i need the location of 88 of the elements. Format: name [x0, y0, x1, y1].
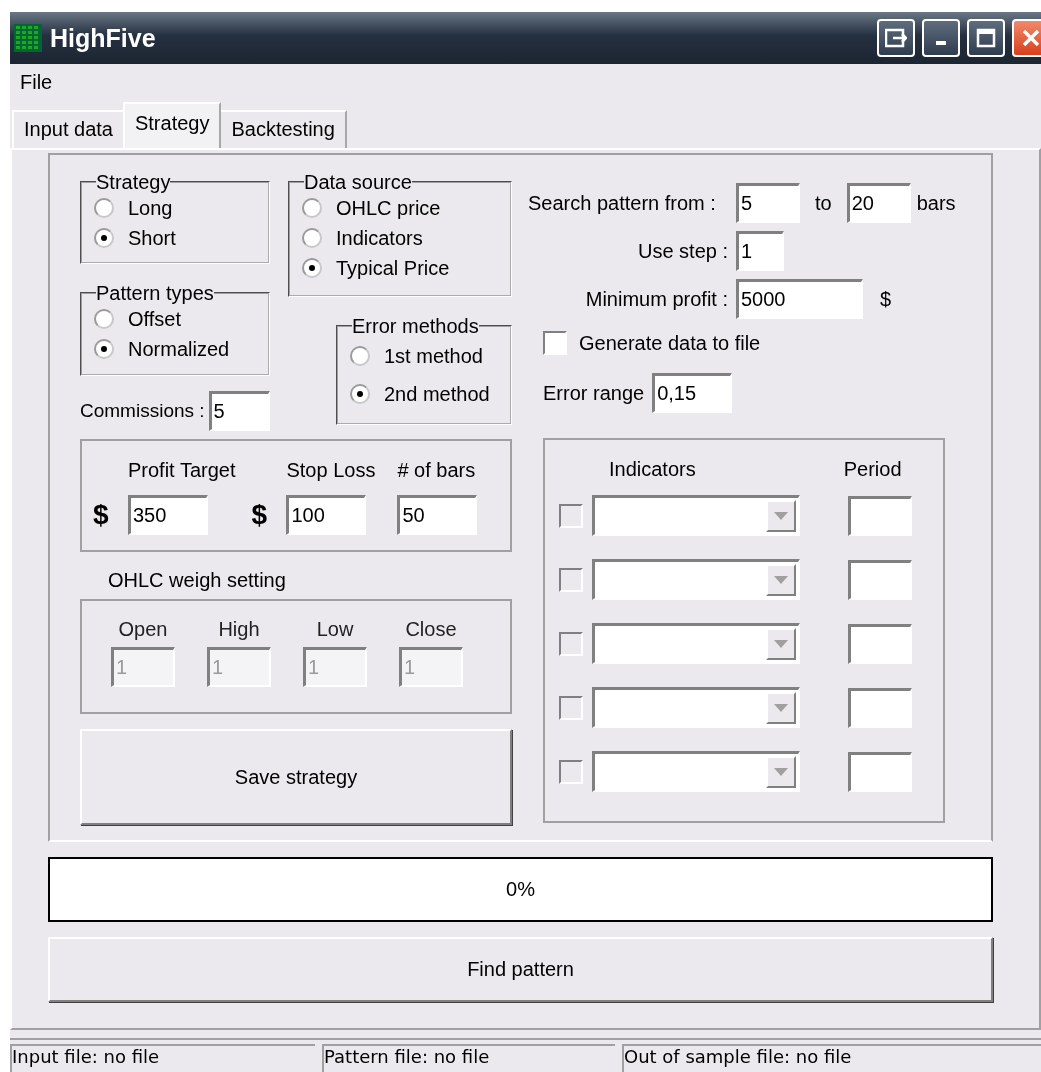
- field-label: # of bars: [397, 458, 476, 483]
- currency-sign: $: [251, 499, 269, 531]
- radio-label[interactable]: Short: [128, 226, 176, 250]
- amount-field[interactable]: 50: [397, 495, 478, 535]
- currency-sign: $: [880, 287, 892, 311]
- save-strategy-button[interactable]: Save strategy: [80, 729, 512, 825]
- caret-icon: [774, 640, 788, 648]
- period-field[interactable]: [848, 687, 912, 728]
- radio-label[interactable]: 2nd method: [384, 382, 490, 406]
- tab[interactable]: Input data: [12, 110, 125, 148]
- amount-field[interactable]: 350: [128, 495, 208, 535]
- tray-button[interactable]: [877, 19, 915, 57]
- find-pattern-button[interactable]: Find pattern: [48, 937, 993, 1002]
- radio-label[interactable]: Normalized: [128, 337, 230, 361]
- currency-sign: $: [93, 499, 110, 531]
- error-range-field[interactable]: 0,15: [652, 373, 733, 413]
- field-label: Stop Loss: [286, 458, 376, 483]
- field-label: Commissions :: [80, 400, 205, 422]
- checkbox[interactable]: [543, 331, 567, 355]
- close-icon: [1021, 28, 1041, 48]
- radio-button[interactable]: [94, 339, 114, 359]
- window-arrow-icon: [885, 28, 907, 48]
- window-title: HighFive: [50, 23, 157, 53]
- radio-label[interactable]: Long: [128, 196, 173, 220]
- radio-button[interactable]: [94, 198, 114, 218]
- dropdown[interactable]: [592, 751, 800, 792]
- progress-text: 0%: [506, 878, 535, 901]
- column-header: Indicators: [609, 457, 696, 481]
- field-label: High: [218, 617, 260, 641]
- maximize-button[interactable]: [967, 19, 1005, 57]
- column-header: Period: [843, 457, 902, 481]
- radio-label[interactable]: Typical Price: [336, 256, 450, 280]
- radio-button[interactable]: [350, 384, 370, 404]
- to-field[interactable]: 20: [846, 183, 911, 223]
- dropdown[interactable]: [592, 623, 800, 664]
- field-label: Error range: [543, 381, 645, 405]
- radio-label[interactable]: OHLC price: [336, 196, 441, 220]
- close-button[interactable]: [1012, 19, 1041, 57]
- caret-icon: [774, 704, 788, 712]
- checkbox-label[interactable]: Generate data to file: [579, 331, 761, 355]
- minimize-button[interactable]: [922, 19, 960, 57]
- period-field[interactable]: [848, 559, 912, 600]
- caret-icon: [774, 576, 788, 584]
- min-profit-field[interactable]: 5000: [736, 279, 863, 319]
- field-label: Minimum profit :: [584, 287, 728, 311]
- status-panel: Out of sample file: no file: [622, 1044, 1041, 1072]
- maximize-icon: [976, 28, 996, 48]
- field-label: Low: [316, 617, 354, 641]
- tab[interactable]: Backtesting: [219, 110, 347, 148]
- dropdown[interactable]: [592, 495, 800, 536]
- radio-button[interactable]: [302, 198, 322, 218]
- group-title: Strategy: [96, 171, 171, 193]
- section-title: OHLC weigh setting: [108, 568, 286, 593]
- dropdown[interactable]: [592, 559, 800, 600]
- radio-button[interactable]: [302, 228, 322, 248]
- step-field[interactable]: 1: [736, 231, 784, 271]
- radio-button[interactable]: [350, 346, 370, 366]
- status-panel: Input file: no file: [10, 1044, 315, 1072]
- period-field[interactable]: [848, 623, 912, 664]
- caret-icon: [774, 512, 788, 520]
- radio-button[interactable]: [302, 258, 322, 278]
- field-label: Open: [118, 617, 168, 641]
- radio-button[interactable]: [94, 309, 114, 329]
- commissions-field[interactable]: 5: [208, 391, 270, 431]
- group-title: Pattern types: [96, 282, 214, 304]
- menu-item[interactable]: File: [19, 70, 54, 94]
- radio-button[interactable]: [94, 228, 114, 248]
- radio-label[interactable]: 1st method: [384, 344, 483, 368]
- tab[interactable]: Strategy: [122, 102, 222, 148]
- period-field[interactable]: [848, 495, 912, 536]
- unit-label: bars: [916, 191, 956, 215]
- field-label: Close: [405, 617, 457, 641]
- field-label: Use step :: [636, 239, 728, 263]
- from-field[interactable]: 5: [736, 183, 800, 223]
- period-field[interactable]: [848, 751, 912, 792]
- field-label: to: [815, 191, 832, 215]
- caret-icon: [774, 768, 788, 776]
- field-label: Profit Target: [128, 458, 236, 483]
- dropdown[interactable]: [592, 687, 800, 728]
- amount-field[interactable]: 100: [286, 495, 367, 535]
- group-title: Data source: [304, 171, 412, 193]
- radio-label[interactable]: Indicators: [336, 226, 423, 250]
- minimize-icon: [936, 41, 946, 45]
- group-title: Error methods: [352, 315, 479, 337]
- field-label: Search pattern from :: [528, 191, 717, 215]
- app-icon: [14, 24, 42, 52]
- status-panel: Pattern file: no file: [322, 1044, 615, 1072]
- radio-label[interactable]: Offset: [128, 307, 181, 331]
